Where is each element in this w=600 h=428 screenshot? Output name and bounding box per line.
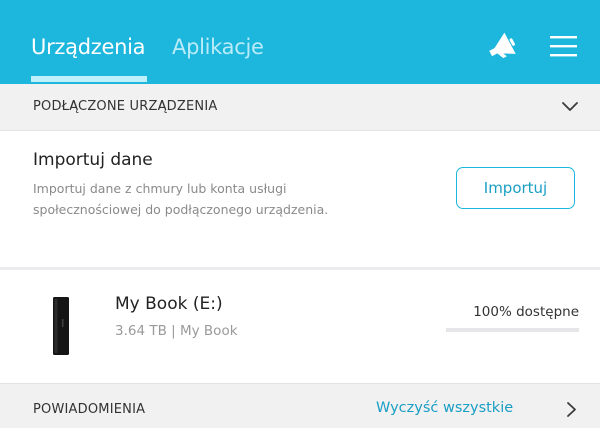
hard-drive-image	[53, 297, 69, 355]
device-capacity: 3.64 TB | My Book	[115, 323, 238, 339]
import-button[interactable]: Importuj	[456, 167, 575, 209]
notifications-header: POWIADOMIENIA Wyczyść wszystkie	[0, 383, 600, 428]
clear-all-link[interactable]: Wyczyść wszystkie	[376, 400, 513, 416]
import-data-description: Importuj dane z chmury lub konta usługi …	[33, 181, 329, 217]
import-data-card: Importuj dane Importuj dane z chmury lub…	[0, 131, 600, 270]
tab-apps[interactable]: Aplikacje	[172, 34, 264, 60]
hamburger-menu-icon[interactable]	[546, 30, 580, 64]
connected-devices-title: PODŁĄCZONE URZĄDZENIA	[33, 99, 218, 114]
capacity-bar-fill	[446, 328, 579, 332]
connected-devices-header[interactable]: PODŁĄCZONE URZĄDZENIA	[0, 84, 600, 131]
tab-devices[interactable]: Urządzenia	[31, 34, 145, 60]
device-available-status: 100% dostępne	[473, 304, 579, 320]
device-name: My Book (E:)	[115, 294, 223, 314]
chevron-down-icon[interactable]	[561, 100, 579, 112]
top-bar: Urządzenia Aplikacje	[0, 0, 600, 84]
wd-discovery-panel: Urządzenia Aplikacje PODŁĄCZONE URZĄDZEN…	[0, 0, 600, 428]
chevron-right-icon[interactable]	[566, 401, 577, 418]
megaphone-icon[interactable]	[486, 30, 520, 64]
notifications-title: POWIADOMIENIA	[33, 402, 146, 417]
import-data-title: Importuj dane	[33, 150, 153, 170]
capacity-bar	[446, 328, 579, 332]
device-row[interactable]: My Book (E:) 3.64 TB | My Book 100% dost…	[0, 270, 600, 383]
active-tab-indicator	[31, 76, 147, 82]
